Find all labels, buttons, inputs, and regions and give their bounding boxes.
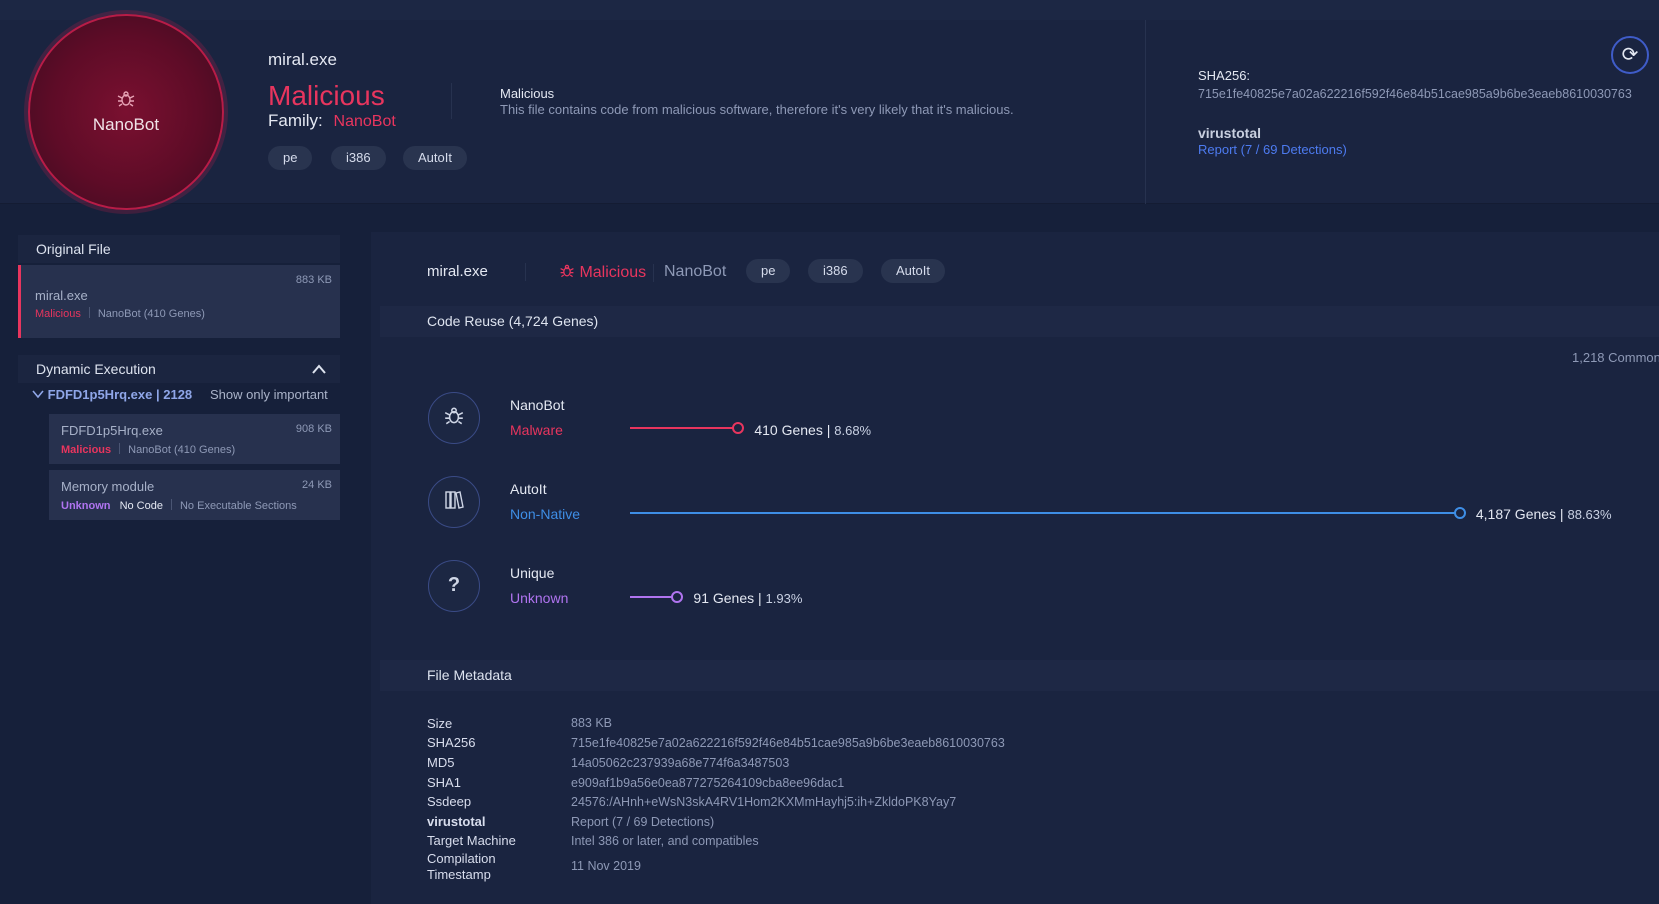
- common-genes-label: 1,218 Common: [1572, 350, 1659, 365]
- main-title-divider: [525, 263, 526, 281]
- file-status: Malicious: [61, 444, 112, 456]
- sha256-value: 715e1fe40825e7a02a622216f592f46e84b51cae…: [1198, 87, 1632, 101]
- library-icon: [443, 490, 465, 512]
- gene-family-name[interactable]: NanoBot: [510, 397, 564, 413]
- main-family: NanoBot: [664, 263, 727, 280]
- verdict-divider: [451, 83, 452, 119]
- question-icon: ?: [447, 574, 461, 596]
- verdict-title: Malicious: [500, 86, 555, 101]
- gene-count: 4,187 Genes | 88.63%: [1475, 506, 1612, 522]
- metadata-key: SHA1: [427, 775, 461, 790]
- gene-row-icon: ?: [428, 560, 480, 612]
- file-family-info: NanoBot (410 Genes): [128, 444, 236, 456]
- show-only-important-toggle[interactable]: Show only important: [210, 387, 328, 402]
- metadata-value: e909af1b9a56e0ea877275264109cba8ee96dac1: [571, 776, 845, 790]
- header-file-name: miral.exe: [268, 50, 337, 69]
- child-process-card[interactable]: 908 KB FDFD1p5Hrq.exe Malicious NanoBot (…: [49, 414, 340, 464]
- main-file-name: miral.exe: [427, 263, 488, 280]
- refresh-icon: ⟳: [1621, 44, 1639, 66]
- tag-autoit[interactable]: AutoIt: [881, 259, 945, 283]
- file-size: 908 KB: [295, 423, 332, 435]
- file-status: Unknown: [61, 500, 111, 512]
- file-status: Malicious: [35, 308, 81, 320]
- header-divider: [1145, 20, 1146, 204]
- gene-family-name[interactable]: Unique: [510, 565, 554, 581]
- file-size: 24 KB: [302, 479, 332, 491]
- verdict-badge: NanoBot: [28, 14, 224, 210]
- gene-count: 91 Genes | 1.93%: [693, 590, 803, 606]
- virustotal-report-link[interactable]: Report (7 / 69 Detections): [1198, 142, 1347, 157]
- header-verdict: Malicious: [268, 80, 385, 111]
- file-sections-info: No Executable Sections: [179, 500, 297, 512]
- bug-icon: [116, 89, 136, 113]
- gene-family-name[interactable]: AutoIt: [510, 481, 547, 497]
- file-status-row: Malicious NanoBot (410 Genes): [61, 443, 235, 456]
- virustotal-logo: virustotal: [1198, 125, 1262, 141]
- chevron-down-icon: [32, 387, 48, 402]
- gene-row-icon: [428, 392, 480, 444]
- original-file-header: Original File: [18, 235, 340, 263]
- metadata-value: Intel 386 or later, and compatibles: [571, 834, 759, 848]
- tag-i386[interactable]: i386: [331, 146, 386, 170]
- virustotal-report-link[interactable]: Report (7 / 69 Detections): [571, 815, 714, 829]
- family-label: Family:: [268, 111, 323, 130]
- file-name: miral.exe: [35, 288, 88, 303]
- process-name: FDFD1p5Hrq.exe | 2128: [47, 387, 193, 402]
- gene-bar: [630, 512, 1460, 514]
- tag-i386[interactable]: i386: [808, 259, 863, 283]
- metadata-key: SHA256: [427, 735, 476, 750]
- original-file-card[interactable]: 883 KB miral.exe Malicious NanoBot (410 G…: [18, 265, 340, 338]
- verdict-description: This file contains code from malicious s…: [500, 102, 1014, 117]
- metadata-value: 715e1fe40825e7a02a622216f592f46e84b51cae…: [571, 736, 1005, 750]
- file-code-info: No Code: [119, 500, 163, 512]
- bug-icon: [559, 264, 579, 281]
- gene-bar: [630, 596, 678, 598]
- tag-autoit[interactable]: AutoIt: [403, 146, 467, 170]
- process-node[interactable]: FDFD1p5Hrq.exe | 2128: [32, 387, 192, 402]
- file-metadata-section-header: File Metadata: [380, 660, 1659, 691]
- gene-count: 410 Genes | 8.68%: [754, 422, 872, 438]
- metadata-value: 24576:/AHnh+eWsN3skA4RV1Hom2KXMmHayhj5:i…: [571, 795, 957, 809]
- refresh-button[interactable]: ⟳: [1611, 36, 1649, 74]
- tag-pe[interactable]: pe: [268, 146, 313, 170]
- file-status-row: Unknown No Code No Executable Sections: [61, 499, 297, 512]
- metadata-value: 14a05062c237939a68e774f6a3487503: [571, 756, 790, 770]
- main-verdict: Malicious: [559, 263, 646, 282]
- metadata-key: Size: [427, 716, 453, 731]
- dynamic-execution-title: Dynamic Execution: [36, 361, 156, 377]
- gene-bar: [630, 427, 739, 429]
- metadata-key: virustotal: [427, 814, 486, 829]
- metadata-key: Compilation Timestamp: [427, 851, 496, 882]
- gene-family-type: Non-Native: [510, 506, 581, 522]
- metadata-value: 11 Nov 2019: [571, 859, 641, 873]
- file-status-row: Malicious NanoBot (410 Genes): [35, 307, 205, 320]
- metadata-value: 883 KB: [571, 716, 613, 730]
- bug-icon: [443, 406, 465, 428]
- file-size: 883 KB: [295, 274, 332, 286]
- header-family-row: Family: NanoBot: [268, 111, 396, 131]
- gene-row-icon: [428, 476, 480, 528]
- gene-family-type: Unknown: [510, 590, 569, 606]
- gene-bar-marker: [1453, 507, 1466, 519]
- memory-module-card[interactable]: 24 KB Memory module Unknown No Code No Ex…: [49, 470, 340, 520]
- sha256-label: SHA256:: [1198, 68, 1251, 83]
- verdict-badge-family: NanoBot: [92, 115, 160, 134]
- code-reuse-section-header: Code Reuse (4,724 Genes): [380, 306, 1659, 337]
- dynamic-execution-header[interactable]: Dynamic Execution: [18, 355, 340, 383]
- main-verdict-label: Malicious: [579, 264, 647, 281]
- metadata-key: Ssdeep: [427, 794, 472, 809]
- main-verdict-divider: [653, 264, 654, 282]
- gene-family-type: Malware: [510, 422, 563, 438]
- metadata-key: MD5: [427, 755, 455, 770]
- header-topbar: [0, 0, 1659, 20]
- metadata-key: Target Machine: [427, 833, 516, 848]
- file-name: Memory module: [61, 479, 155, 494]
- tag-pe[interactable]: pe: [746, 259, 791, 283]
- file-name: FDFD1p5Hrq.exe: [61, 423, 163, 438]
- file-family-info: NanoBot (410 Genes): [97, 308, 205, 320]
- family-value: NanoBot: [333, 113, 396, 130]
